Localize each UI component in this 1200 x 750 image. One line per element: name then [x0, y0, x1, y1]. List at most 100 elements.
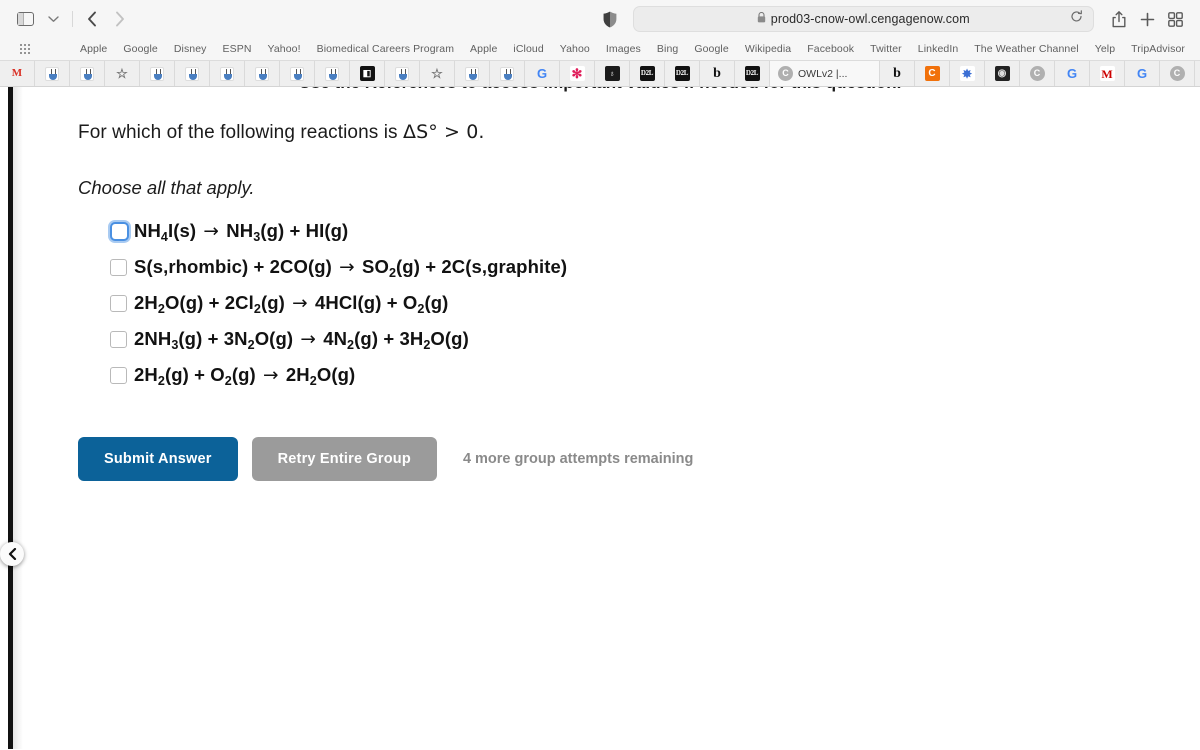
bookmark-item[interactable]: Yahoo!	[260, 43, 309, 55]
flask-icon	[220, 66, 234, 81]
browser-tab[interactable]: M	[1090, 61, 1125, 86]
browser-tab[interactable]	[280, 61, 315, 86]
browser-tab[interactable]	[35, 61, 70, 86]
option-checkbox-3[interactable]	[110, 294, 127, 312]
toolbar-divider	[72, 11, 73, 27]
submit-answer-button[interactable]: Submit Answer	[78, 437, 238, 481]
option-row[interactable]: NH4I(s) → NH3(g) + HI(g)	[78, 213, 1138, 249]
chevron-down-icon[interactable]	[40, 6, 66, 32]
bookmark-item[interactable]: Twitter	[862, 43, 910, 55]
browser-tab[interactable]: ✻	[560, 61, 595, 86]
flask-icon	[80, 66, 94, 81]
browser-tab[interactable]	[315, 61, 350, 86]
bookmark-item[interactable]: TripAdvisor	[1123, 43, 1193, 55]
bookmark-item[interactable]: Yelp	[1087, 43, 1123, 55]
bookmark-item[interactable]: Apple	[72, 43, 115, 55]
flask-icon	[185, 66, 199, 81]
browser-tab[interactable]: G	[525, 61, 560, 86]
bookmark-item[interactable]: Biomedical Careers Program	[309, 43, 462, 55]
browser-tab[interactable]	[245, 61, 280, 86]
option-row[interactable]: 2H2O(g) + 2Cl2(g) → 4HCl(g) + O2(g)	[78, 285, 1138, 321]
address-bar[interactable]: prod03-cnow-owl.cengagenow.com	[632, 6, 1094, 32]
forward-arrow-icon[interactable]	[107, 6, 133, 32]
panel-divider-shadow	[13, 87, 23, 749]
flask-icon	[255, 66, 269, 81]
browser-tab[interactable]: ★	[1195, 61, 1200, 86]
retry-entire-group-button[interactable]: Retry Entire Group	[251, 437, 437, 481]
references-banner-text: Use the References to access important v…	[0, 87, 1200, 93]
star-icon: ☆	[431, 66, 443, 81]
option-checkbox-5[interactable]	[110, 366, 127, 384]
option-checkbox-2[interactable]	[110, 258, 127, 276]
bookmark-item[interactable]: Apple	[462, 43, 505, 55]
browser-tab[interactable]: ◧	[350, 61, 385, 86]
browser-tab[interactable]: G	[1125, 61, 1160, 86]
browser-tab[interactable]	[385, 61, 420, 86]
apps-grid-icon[interactable]	[12, 43, 38, 55]
browser-tab[interactable]: G	[1055, 61, 1090, 86]
bookmark-item[interactable]: Google	[686, 43, 736, 55]
bookmark-item[interactable]: ESPN	[215, 43, 260, 55]
url-text: prod03-cnow-owl.cengagenow.com	[770, 12, 970, 26]
flask-icon	[150, 66, 164, 81]
google-icon: G	[536, 66, 548, 81]
browser-tab[interactable]	[490, 61, 525, 86]
attempts-remaining-text: 4 more group attempts remaining	[462, 451, 694, 467]
browser-tab[interactable]: D2L	[735, 61, 770, 86]
option-equation-1: NH4I(s) → NH3(g) + HI(g)	[134, 220, 349, 244]
collapse-panel-handle[interactable]	[0, 542, 24, 566]
cengage-icon: C	[1169, 66, 1185, 81]
browser-tab[interactable]: D2L	[665, 61, 700, 86]
bookmark-item[interactable]: Yahoo	[552, 43, 598, 55]
reload-icon[interactable]	[1070, 10, 1083, 28]
sidebar-toggle-icon[interactable]	[12, 6, 38, 32]
browser-tab[interactable]	[175, 61, 210, 86]
browser-tab[interactable]: M	[0, 61, 35, 86]
question-stem-symbol: ΔS° > 0.	[403, 121, 485, 143]
share-icon[interactable]	[1106, 6, 1132, 32]
browser-tab[interactable]	[140, 61, 175, 86]
browser-tab[interactable]: ✸	[950, 61, 985, 86]
bookmark-item[interactable]: The Weather Channel	[966, 43, 1086, 55]
browser-tab[interactable]: D2L	[630, 61, 665, 86]
bookmark-item[interactable]: Wikipedia	[737, 43, 799, 55]
browser-tab[interactable]: ♁	[595, 61, 630, 86]
browser-tab[interactable]: C	[915, 61, 950, 86]
browser-tab[interactable]: b	[700, 61, 735, 86]
browser-tab[interactable]	[70, 61, 105, 86]
bookmark-item[interactable]: Disney	[166, 43, 215, 55]
option-checkbox-1[interactable]	[110, 221, 129, 241]
new-tab-plus-icon[interactable]	[1134, 6, 1160, 32]
privacy-shield-icon[interactable]	[597, 6, 623, 32]
back-arrow-icon[interactable]	[79, 6, 105, 32]
option-row[interactable]: S(s,rhombic) + 2CO(g) → SO2(g) + 2C(s,gr…	[78, 249, 1138, 285]
active-tab-title: OWLv2 |...	[798, 67, 848, 80]
bookmark-item[interactable]: Images	[598, 43, 649, 55]
d2l-icon: D2L	[639, 66, 655, 81]
action-bar: Submit Answer Retry Entire Group 4 more …	[78, 437, 1138, 481]
browser-tab[interactable]: C	[1160, 61, 1195, 86]
tab-overview-icon[interactable]	[1162, 6, 1188, 32]
browser-tab[interactable]: ☆	[105, 61, 140, 86]
bookmark-item[interactable]: Google	[115, 43, 165, 55]
question-container: For which of the following reactions is …	[78, 121, 1138, 481]
option-row[interactable]: 2NH3(g) + 3N2O(g) → 4N2(g) + 3H2O(g)	[78, 321, 1138, 357]
bookmark-item[interactable]: Facebook	[799, 43, 862, 55]
option-equation-2: S(s,rhombic) + 2CO(g) → SO2(g) + 2C(s,gr…	[134, 256, 568, 280]
browser-tab[interactable]: ◉	[985, 61, 1020, 86]
browser-tab[interactable]: ☆	[420, 61, 455, 86]
browser-tab[interactable]	[455, 61, 490, 86]
bold-b-icon: b	[713, 65, 721, 81]
flask-icon	[500, 66, 514, 81]
option-checkbox-4[interactable]	[110, 330, 127, 348]
bookmark-item[interactable]: Bing	[649, 43, 686, 55]
browser-toolbar: prod03-cnow-owl.cengagenow.com	[0, 0, 1200, 38]
bookmark-item[interactable]: iCloud	[505, 43, 551, 55]
browser-tab[interactable]: C	[1020, 61, 1055, 86]
active-tab[interactable]: C OWLv2 |...	[770, 61, 880, 86]
browser-tab[interactable]: b	[880, 61, 915, 86]
bookmark-item[interactable]: LinkedIn	[910, 43, 967, 55]
browser-tab[interactable]	[210, 61, 245, 86]
option-row[interactable]: 2H2(g) + O2(g) → 2H2O(g)	[78, 357, 1138, 393]
sparkle-icon: ✸	[959, 66, 975, 81]
